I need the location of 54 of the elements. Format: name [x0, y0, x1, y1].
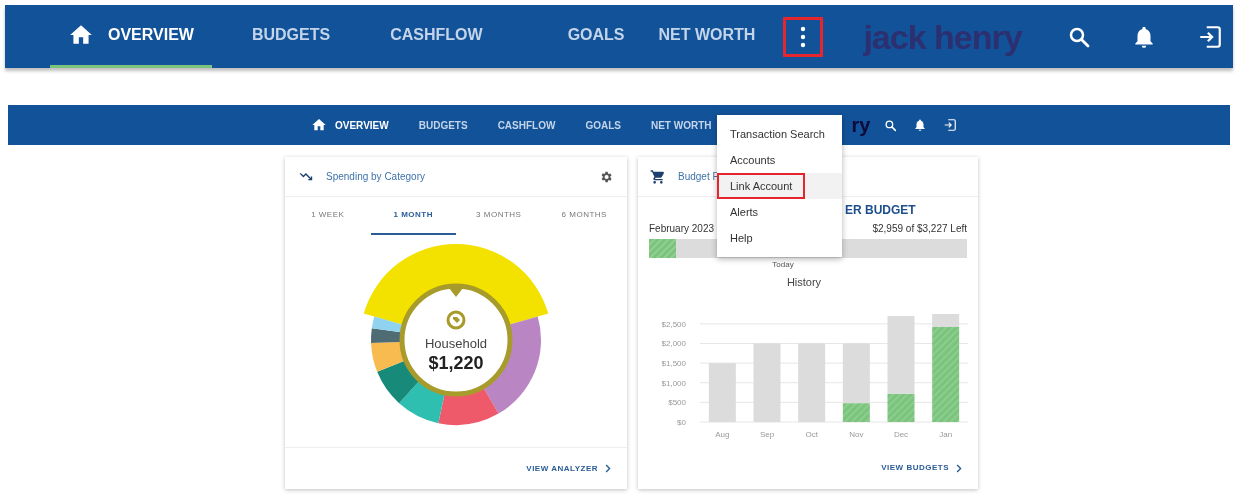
axis-label: $0	[677, 417, 686, 427]
menu-item[interactable]: Help	[717, 225, 766, 251]
card-title: Spending by Category	[326, 170, 425, 184]
today-label: Today	[771, 260, 795, 270]
axis-label: $1,500	[661, 358, 686, 368]
nav-tab[interactable]: BUDGETS	[418, 117, 468, 133]
nav-tab[interactable]: NET WORTH	[650, 117, 712, 133]
nav-tab[interactable]: CASHFLOW	[497, 117, 556, 133]
chevron-right-icon	[955, 463, 962, 473]
menu-item[interactable]: Link Account	[717, 173, 806, 199]
nav-tab[interactable]: OVERVIEW	[50, 5, 212, 68]
axis-label: Aug	[715, 429, 730, 439]
axis-label: $2,500	[661, 319, 686, 329]
category-amount: $1,220	[428, 351, 484, 375]
chart-title: History	[785, 275, 823, 290]
axis-label: Dec	[893, 429, 909, 439]
settings-icon[interactable]	[599, 169, 613, 184]
tag-icon	[446, 309, 466, 330]
axis-label: $2,000	[661, 338, 686, 348]
axis-label: Oct	[805, 429, 818, 439]
nav-tab[interactable]: NET WORTH	[658, 5, 756, 68]
chevron-right-icon	[604, 464, 611, 473]
menu-item[interactable]: Transaction Search	[717, 121, 838, 147]
more-button[interactable]	[783, 16, 824, 57]
period-tab[interactable]: 3 MONTHS	[456, 197, 542, 235]
search-icon[interactable]	[884, 118, 898, 132]
axis-label: Nov	[849, 429, 864, 439]
axis-label: Sep	[759, 429, 775, 439]
nav-tab[interactable]: GOALS	[585, 117, 621, 133]
home-icon	[311, 117, 327, 133]
kebab-icon	[799, 25, 808, 48]
budget-remaining: $2,959 of $3,227 Left	[872, 222, 967, 236]
budget-period: February 2023	[649, 222, 715, 236]
category-label: Household	[424, 335, 488, 352]
nav-tab[interactable]: GOALS	[567, 5, 625, 68]
logo: ry	[851, 115, 871, 135]
axis-label: Jan	[939, 429, 953, 439]
period-tab[interactable]: 1 WEEK	[285, 197, 371, 235]
exit-icon[interactable]	[943, 118, 958, 132]
menu-item[interactable]: Alerts	[717, 199, 772, 225]
nav-tab[interactable]: OVERVIEW	[311, 117, 389, 133]
view-analyzer-link[interactable]: VIEW ANALYZER	[526, 462, 611, 475]
view-budgets-link[interactable]: VIEW BUDGETS	[881, 462, 962, 474]
cart-icon	[650, 168, 666, 185]
nav-tab[interactable]: BUDGETS	[251, 5, 331, 68]
axis-label: $1,000	[661, 378, 686, 388]
exit-icon[interactable]	[1197, 23, 1223, 50]
menu-item[interactable]: Accounts	[717, 147, 789, 173]
nav-tab[interactable]: CASHFLOW	[390, 5, 483, 68]
bell-icon[interactable]	[913, 118, 928, 132]
budget-heading: ER BUDGET	[845, 202, 916, 219]
period-tab[interactable]: 1 MONTH	[370, 197, 456, 235]
axis-label: $500	[668, 397, 686, 407]
period-tab[interactable]: 6 MONTHS	[541, 197, 627, 235]
